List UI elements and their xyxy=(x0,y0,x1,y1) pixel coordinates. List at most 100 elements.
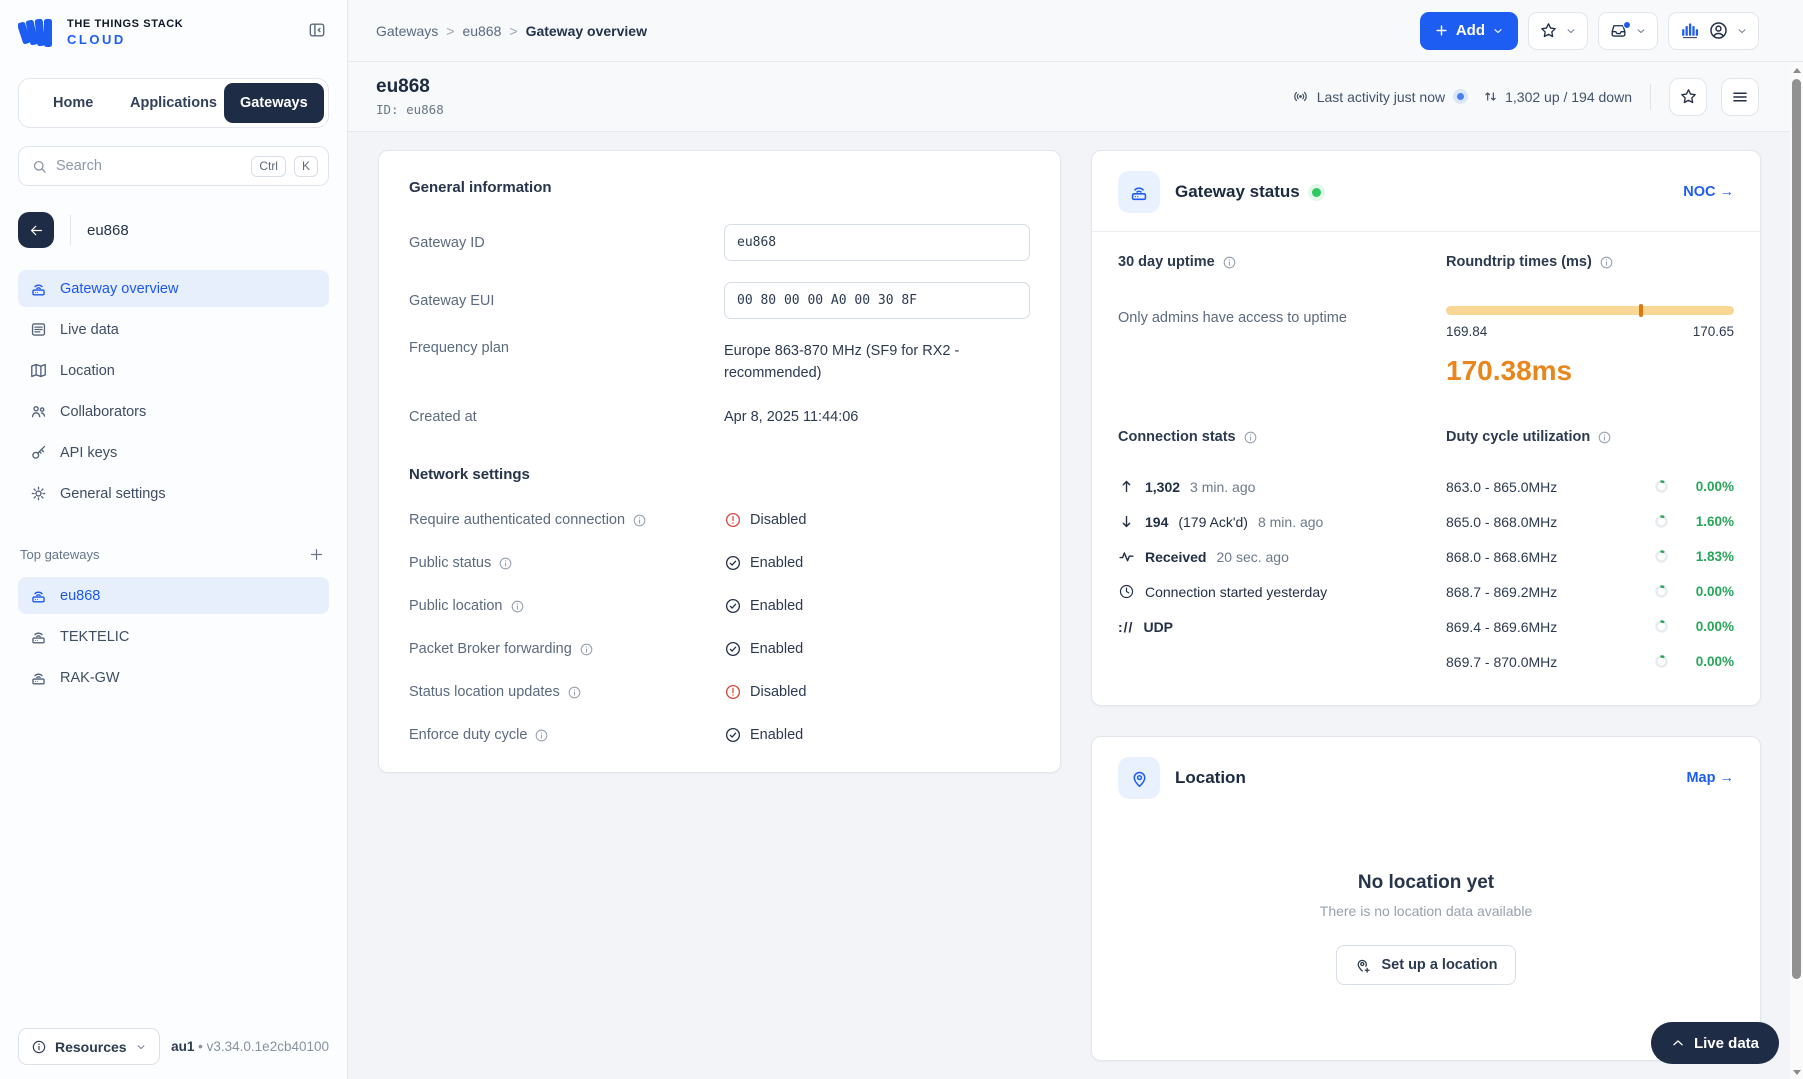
header-actions: Add xyxy=(1419,11,1759,50)
resources-button[interactable]: Resources xyxy=(18,1028,160,1065)
brand-text: THE THINGS STACK CLOUD xyxy=(67,18,183,47)
tab-gateways[interactable]: Gateways xyxy=(223,83,324,123)
created-at-label: Created at xyxy=(409,409,477,426)
sidebar-item-live-data[interactable]: Live data xyxy=(18,311,329,348)
setting-row-authenticated-connection: Require authenticated connection Disable… xyxy=(409,511,1030,529)
general-information-title: General information xyxy=(409,179,552,196)
gateway-list-item-eu868[interactable]: eu868 xyxy=(18,577,329,614)
breadcrumb-separator: > xyxy=(446,22,455,39)
breadcrumb-gateways[interactable]: Gateways xyxy=(376,23,438,39)
gateway-status-header: Gateway status NOC → xyxy=(1092,151,1760,232)
page-title-meta: Last activity just now 1,302 up / 194 do… xyxy=(1292,77,1759,116)
scrollbar-up-arrow[interactable] xyxy=(1790,63,1803,77)
info-icon[interactable] xyxy=(510,599,525,614)
gateway-id-input[interactable] xyxy=(724,224,1030,261)
collapse-sidebar-button[interactable] xyxy=(305,18,329,42)
downlink-ack: (179 Ack'd) xyxy=(1178,513,1248,530)
console-tabbar: Home Applications Gateways xyxy=(18,78,329,128)
gateway-id-row: Gateway ID xyxy=(409,224,1030,261)
page-title-block: eu868 ID: eu868 xyxy=(376,76,444,117)
enabled-icon xyxy=(725,642,741,657)
setting-status: Enabled xyxy=(750,555,804,572)
scrollbar-thumb[interactable] xyxy=(1792,79,1801,979)
favorite-button[interactable] xyxy=(1669,77,1707,116)
info-icon[interactable] xyxy=(567,685,582,700)
breadcrumb: Gateways > eu868 > Gateway overview xyxy=(376,23,647,39)
star-icon xyxy=(1541,23,1556,38)
setting-row-public-location: Public location Enabled xyxy=(409,597,1030,615)
key-icon xyxy=(32,445,46,459)
received-time: 20 sec. ago xyxy=(1216,548,1289,565)
gateway-list-item-tektelic[interactable]: TEKTELIC xyxy=(18,618,329,655)
notification-dot xyxy=(1623,20,1631,29)
sidebar-item-collaborators[interactable]: Collaborators xyxy=(18,393,329,430)
brand-name: THE THINGS STACK xyxy=(67,18,184,31)
profile-menu-button[interactable] xyxy=(1668,11,1759,50)
info-icon[interactable] xyxy=(632,513,647,528)
location-title: Location xyxy=(1175,768,1246,787)
search-icon xyxy=(33,160,46,173)
bookmarks-button[interactable] xyxy=(1528,11,1588,50)
gateway-eui-input[interactable] xyxy=(724,282,1030,319)
duty-value: 0.00% xyxy=(1695,654,1734,669)
gateway-id-value xyxy=(724,224,1030,261)
tts-logo[interactable]: THE THINGS STACK CLOUD xyxy=(18,16,183,50)
gateway-icon xyxy=(32,632,45,644)
duty-row: 868.0 - 868.6MHz 1.83% xyxy=(1446,539,1734,574)
sidebar-item-location[interactable]: Location xyxy=(18,352,329,389)
page-menu-button[interactable] xyxy=(1721,77,1759,116)
resources-label: Resources xyxy=(55,1038,127,1055)
setting-row-packet-broker: Packet Broker forwarding Enabled xyxy=(409,640,1030,658)
live-data-button[interactable]: Live data xyxy=(1650,1022,1779,1064)
pulse-icon xyxy=(1119,552,1134,562)
left-column: General information Gateway ID Gateway E… xyxy=(378,150,1061,1061)
setting-status: Enabled xyxy=(750,727,804,744)
info-icon[interactable] xyxy=(498,556,513,571)
uplink-count: 1,302 xyxy=(1145,478,1181,495)
cluster-id: au1 xyxy=(171,1039,195,1054)
traffic-label: 1,302 up / 194 down xyxy=(1505,88,1632,105)
sidebar-item-api-keys[interactable]: API keys xyxy=(18,434,329,471)
sidebar-item-label: General settings xyxy=(60,485,166,502)
tab-applications[interactable]: Applications xyxy=(123,83,223,123)
sidebar-item-gateway-overview[interactable]: Gateway overview xyxy=(18,270,329,307)
info-icon[interactable] xyxy=(1597,430,1612,445)
notifications-button[interactable] xyxy=(1598,11,1658,50)
pin-plus-icon xyxy=(1358,959,1371,973)
connection-stats-block: Connection stats 1,302 3 min. ago 194 (1… xyxy=(1118,429,1406,679)
noc-link[interactable]: NOC → xyxy=(1683,184,1734,200)
sidebar-item-label: Gateway overview xyxy=(60,280,179,297)
add-gateway-button[interactable] xyxy=(306,544,327,565)
gauge-icon xyxy=(1655,480,1668,493)
gauge-icon xyxy=(1655,550,1668,563)
location-card: Location Map → No location yet There is … xyxy=(1091,736,1761,1061)
page-title-row: eu868 ID: eu868 Last activity just now 1… xyxy=(348,62,1803,132)
breadcrumb-eu868[interactable]: eu868 xyxy=(462,23,501,39)
last-activity: Last activity just now xyxy=(1292,88,1468,105)
version-number: v3.34.0.1e2cb40100 xyxy=(206,1039,329,1054)
tab-home[interactable]: Home xyxy=(23,83,123,123)
back-button[interactable] xyxy=(18,212,54,248)
setup-location-button[interactable]: Set up a location xyxy=(1336,945,1516,985)
live-activity-dot xyxy=(1457,93,1465,100)
info-icon[interactable] xyxy=(1222,255,1237,270)
duty-cycle-title: Duty cycle utilization xyxy=(1446,429,1591,445)
gateway-status-body: 30 day uptime Only admins have access to… xyxy=(1092,232,1760,705)
info-icon[interactable] xyxy=(1599,255,1614,270)
vertical-scrollbar[interactable] xyxy=(1790,63,1803,1079)
search-input[interactable] xyxy=(56,158,244,174)
info-icon[interactable] xyxy=(1243,430,1258,445)
setting-row-public-status: Public status Enabled xyxy=(409,554,1030,572)
gateway-list-item-rak-gw[interactable]: RAK-GW xyxy=(18,659,329,696)
info-icon[interactable] xyxy=(579,642,594,657)
chevron-up-icon xyxy=(1673,1040,1683,1046)
info-icon[interactable] xyxy=(534,728,549,743)
search-box[interactable]: Ctrl K xyxy=(18,146,329,186)
panel-collapse-icon xyxy=(309,23,325,37)
protocol-icon: :// xyxy=(1118,618,1134,635)
sidebar-item-general-settings[interactable]: General settings xyxy=(18,475,329,512)
add-button[interactable]: Add xyxy=(1419,11,1518,50)
scrollbar-down-arrow[interactable] xyxy=(1790,1065,1803,1079)
duty-value: 1.60% xyxy=(1695,514,1734,529)
map-link[interactable]: Map → xyxy=(1686,770,1734,786)
